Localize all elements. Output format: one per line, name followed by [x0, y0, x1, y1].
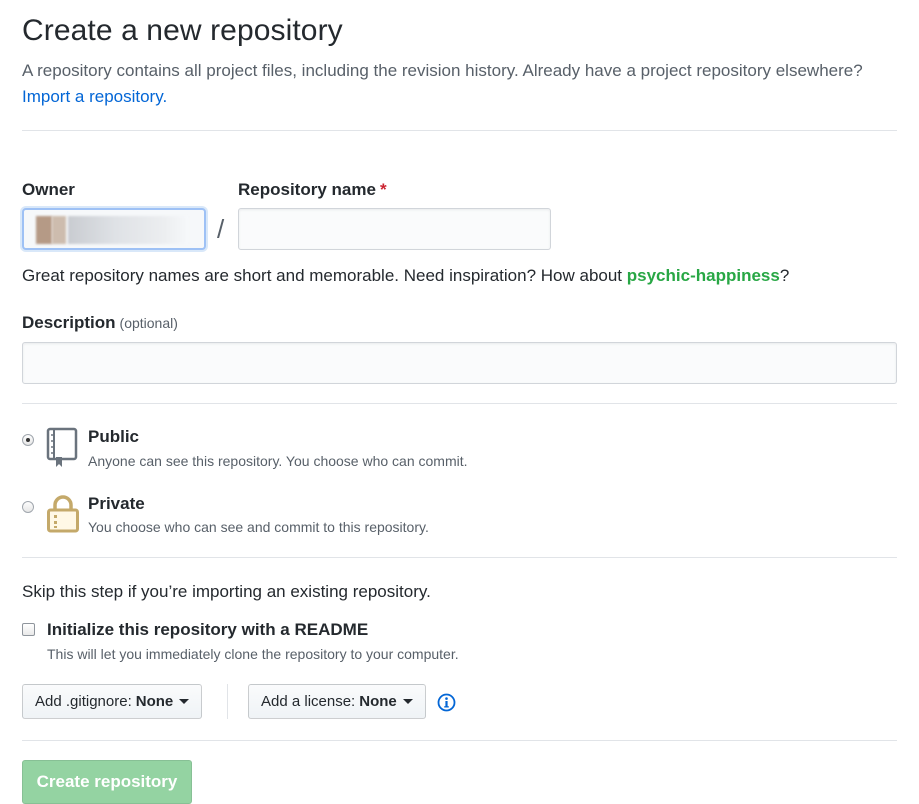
chevron-down-icon	[402, 699, 413, 704]
dropdown-separator	[227, 684, 228, 719]
description-label-text: Description	[22, 313, 116, 332]
public-title: Public	[88, 427, 140, 446]
public-description: Anyone can see this repository. You choo…	[88, 453, 468, 469]
private-description: You choose who can see and commit to thi…	[88, 519, 429, 535]
license-dropdown[interactable]: Add a license: None	[248, 684, 426, 719]
license-value: None	[359, 693, 397, 710]
owner-avatar-part	[52, 216, 66, 244]
owner-select[interactable]	[22, 208, 206, 250]
private-radio[interactable]	[22, 501, 34, 513]
header-divider	[22, 130, 897, 131]
license-label: Add a license:	[261, 693, 356, 710]
readme-label[interactable]: Initialize this repository with a README	[47, 620, 368, 640]
readme-checkbox[interactable]	[22, 623, 35, 636]
visibility-divider	[22, 403, 897, 404]
description-input[interactable]	[22, 342, 897, 384]
subtitle-text: A repository contains all project files,…	[22, 61, 863, 80]
page-title: Create a new repository	[22, 14, 343, 47]
owner-label: Owner	[22, 180, 75, 199]
gitignore-dropdown[interactable]: Add .gitignore: None	[22, 684, 203, 719]
required-marker: *	[379, 180, 387, 199]
optional-note: (optional)	[119, 315, 178, 331]
submit-divider	[22, 740, 897, 741]
repo-name-label-text: Repository name	[238, 180, 376, 199]
repository-name-input[interactable]	[238, 208, 551, 250]
description-label: Description (optional)	[22, 313, 178, 333]
create-repository-button[interactable]: Create repository	[22, 760, 192, 804]
name-suggestion[interactable]: psychic-happiness	[627, 266, 780, 285]
skip-note: Skip this step if you’re importing an ex…	[22, 582, 431, 601]
private-title: Private	[88, 494, 145, 513]
init-divider	[22, 557, 897, 558]
name-hint: Great repository names are short and mem…	[22, 266, 789, 286]
page-subtitle: A repository contains all project files,…	[22, 58, 902, 110]
lock-icon	[47, 495, 79, 533]
repo-name-label: Repository name *	[238, 180, 387, 200]
gitignore-label: Add .gitignore:	[35, 693, 132, 710]
readme-description: This will let you immediately clone the …	[47, 646, 459, 662]
owner-repo-separator: /	[217, 214, 225, 244]
gitignore-value: None	[135, 693, 174, 710]
import-repository-link[interactable]: Import a repository.	[22, 87, 167, 106]
name-hint-end: ?	[779, 266, 790, 285]
owner-name-redacted	[68, 216, 188, 244]
repo-book-icon	[46, 427, 78, 467]
info-icon[interactable]	[437, 693, 456, 712]
owner-avatar	[36, 216, 52, 244]
public-radio[interactable]	[22, 434, 34, 446]
name-hint-text: Great repository names are short and mem…	[22, 266, 627, 285]
chevron-down-icon	[179, 699, 190, 704]
